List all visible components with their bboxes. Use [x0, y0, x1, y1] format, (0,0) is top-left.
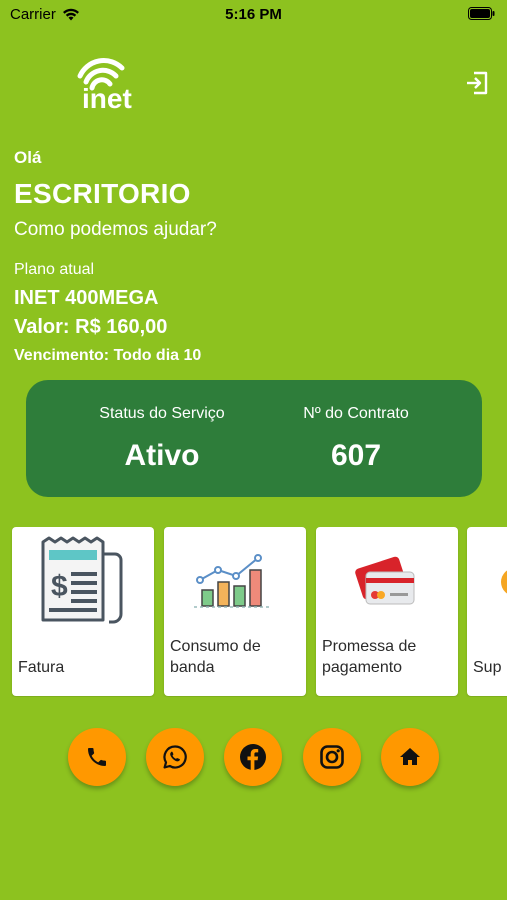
instagram-icon [320, 745, 344, 769]
logout-button[interactable] [464, 70, 490, 96]
service-status-card: Status do Serviço Ativo Nº do Contrato 6… [26, 380, 482, 497]
instagram-button[interactable] [303, 728, 361, 786]
customer-name: ESCRITORIO [14, 178, 191, 209]
tile-bandwidth[interactable]: Consumo de banda [164, 527, 306, 696]
invoice-icon: $ [41, 536, 123, 624]
service-status-value: Ativo [124, 439, 200, 472]
svg-text:$: $ [51, 570, 68, 603]
whatsapp-button[interactable] [146, 728, 204, 786]
plan-name: INET 400MEGA [14, 287, 159, 309]
tile-support[interactable]: Sup [467, 527, 507, 696]
services-carousel[interactable]: $ Fatura Consumo de banda Promessa de pa… [0, 527, 507, 697]
service-status: Status do Serviço Ativo [62, 380, 262, 473]
home-icon [400, 748, 420, 765]
inet-logo: inet [70, 48, 150, 114]
support-icon [501, 570, 507, 594]
bandwidth-chart-icon [194, 554, 270, 608]
contract-number: Nº do Contrato 607 [256, 380, 456, 473]
phone-icon [88, 748, 106, 766]
credit-card-icon [355, 556, 415, 605]
facebook-button[interactable] [224, 728, 282, 786]
plan-label: Plano atual [14, 261, 95, 278]
plan-due-date: Vencimento: Todo dia 10 [14, 347, 202, 364]
tile-payment-promise[interactable]: Promessa de pagamento [316, 527, 458, 696]
contact-actions [0, 728, 507, 788]
greeting-hello: Olá [14, 148, 42, 167]
facebook-icon [240, 744, 266, 770]
logout-icon [467, 71, 488, 95]
tile-label: Sup [473, 659, 502, 676]
tile-invoice[interactable]: $ Fatura [12, 527, 154, 696]
service-status-label: Status do Serviço [99, 405, 225, 422]
tile-label: Consumo de banda [170, 638, 261, 676]
battery-icon [468, 7, 495, 24]
plan-value: Valor: R$ 160,00 [14, 316, 168, 338]
tile-label: Promessa de pagamento [322, 638, 417, 676]
phone-button[interactable] [68, 728, 126, 786]
help-prompt: Como podemos ajudar? [14, 219, 217, 240]
clock: 5:16 PM [225, 6, 282, 23]
logo-text: inet [82, 83, 132, 112]
tile-label: Fatura [18, 659, 65, 676]
home-button[interactable] [381, 728, 439, 786]
contract-number-label: Nº do Contrato [303, 405, 409, 422]
contract-number-value: 607 [330, 439, 382, 472]
status-bar: Carrier 5:16 PM [0, 0, 507, 30]
whatsapp-icon [163, 745, 187, 769]
